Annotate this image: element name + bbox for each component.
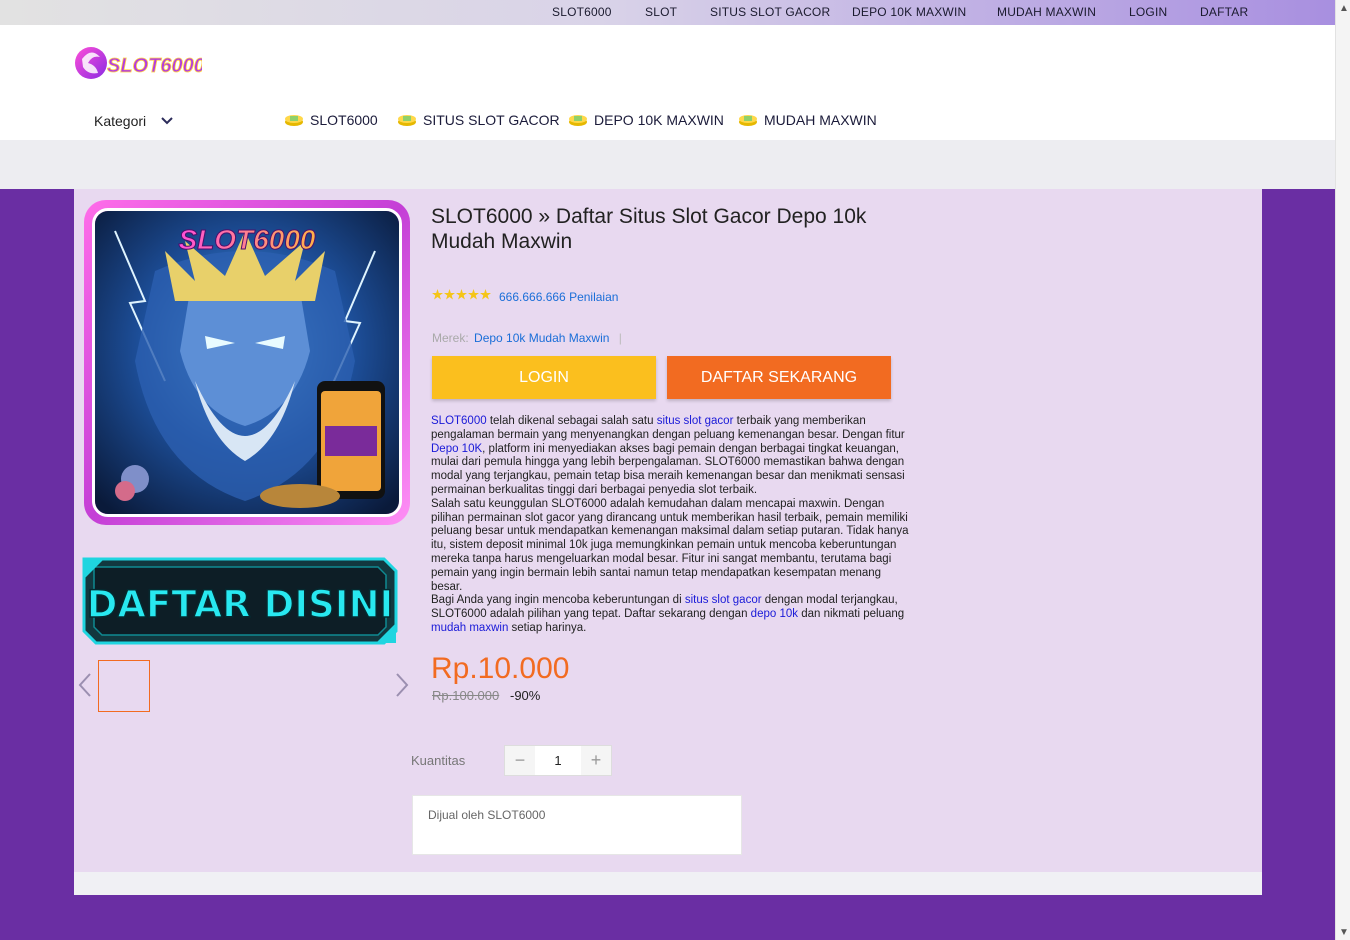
subnav-label: SITUS SLOT GACOR: [423, 112, 560, 128]
quantity-stepper: − 1 +: [504, 745, 612, 776]
brand-separator: |: [618, 331, 622, 345]
desc-link-mudah-maxwin[interactable]: mudah maxwin: [431, 622, 508, 634]
seller-label: Dijual oleh SLOT6000: [428, 808, 546, 822]
top-nav-bar: SLOT6000 SLOT SITUS SLOT GACOR DEPO 10K …: [0, 0, 1335, 25]
subnav-situs-slot-gacor[interactable]: SITUS SLOT GACOR: [397, 112, 560, 128]
svg-text:DAFTAR DISINI: DAFTAR DISINI: [87, 583, 394, 626]
rating-stars: [432, 289, 491, 300]
star-icon: [456, 289, 467, 300]
topnav-situs-slot-gacor[interactable]: SITUS SLOT GACOR: [710, 5, 830, 19]
product-title: SLOT6000 » Daftar Situs Slot Gacor Depo …: [431, 205, 867, 253]
subnav-label: SLOT6000: [310, 112, 378, 128]
topnav-login[interactable]: LOGIN: [1129, 5, 1167, 19]
subnav-slot6000[interactable]: SLOT6000: [284, 112, 378, 128]
chevron-left-icon[interactable]: [78, 672, 92, 698]
desc-link-situs-slot-gacor[interactable]: situs slot gacor: [657, 415, 734, 427]
quantity-label: Kuantitas: [411, 753, 466, 768]
desc-text: telah dikenal sebagai salah satu: [486, 415, 657, 427]
daftar-disini-banner[interactable]: DAFTAR DISINI: [82, 557, 398, 645]
site-header: SLOT6000 Kategori SLOT6000 SITUS SLOT GA…: [0, 25, 1335, 140]
description-paragraph: SLOT6000 telah dikenal sebagai salah sat…: [431, 415, 911, 498]
svg-text:SLOT6000: SLOT6000: [107, 55, 202, 77]
topnav-slot6000[interactable]: SLOT6000: [552, 5, 612, 19]
svg-text:SLOT6000: SLOT6000: [179, 224, 316, 255]
desc-link-slot6000[interactable]: SLOT6000: [431, 415, 487, 427]
qty-minus-button[interactable]: −: [505, 746, 535, 775]
login-button[interactable]: LOGIN: [432, 356, 656, 399]
current-price: Rp.10.000: [431, 652, 570, 685]
kategori-dropdown[interactable]: Kategori: [94, 113, 174, 129]
star-icon: [432, 289, 443, 300]
thumbnail-active[interactable]: [98, 660, 150, 712]
topnav-mudah-maxwin[interactable]: MUDAH MAXWIN: [997, 5, 1096, 19]
coin-stack-icon: [569, 115, 587, 126]
topnav-slot[interactable]: SLOT: [645, 5, 677, 19]
scroll-down-icon[interactable]: ▼: [1339, 927, 1349, 938]
zeus-artwork: SLOT6000: [95, 211, 399, 514]
kategori-label: Kategori: [94, 113, 147, 129]
qty-plus-button[interactable]: +: [581, 746, 611, 775]
subnav-mudah-maxwin[interactable]: MUDAH MAXWIN: [738, 112, 877, 128]
coin-stack-icon: [739, 115, 757, 126]
star-icon: [468, 289, 479, 300]
desc-text: setiap harinya.: [508, 621, 587, 634]
description-paragraph: Bagi Anda yang ingin mencoba keberuntung…: [431, 594, 911, 635]
description-paragraph: Salah satu keunggulan SLOT6000 adalah ke…: [431, 497, 909, 593]
breadcrumb-strip: [0, 140, 1335, 189]
product-description: SLOT6000 telah dikenal sebagai salah sat…: [431, 415, 911, 636]
chevron-down-icon: [161, 117, 173, 125]
desc-link-situs-slot-gacor-2[interactable]: situs slot gacor: [685, 594, 762, 606]
subnav-label: MUDAH MAXWIN: [764, 112, 877, 128]
daftar-sekarang-button[interactable]: DAFTAR SEKARANG: [667, 356, 891, 399]
topnav-daftar[interactable]: DAFTAR: [1200, 5, 1248, 19]
star-icon: [444, 289, 455, 300]
page-scrollbar[interactable]: ▲ ▼: [1335, 0, 1350, 940]
qty-value-input[interactable]: 1: [535, 746, 581, 775]
rating-count-link[interactable]: 666.666.666 Penilaian: [499, 290, 618, 304]
star-icon: [480, 289, 491, 300]
panel-footer-strip: [74, 872, 1262, 895]
product-image: SLOT6000: [92, 208, 402, 517]
coin-stack-icon: [285, 115, 303, 126]
brand-label: Merek:: [432, 331, 469, 345]
original-price: Rp.100.000: [432, 688, 500, 703]
discount-badge: -90%: [510, 688, 541, 703]
brand-link[interactable]: Depo 10k Mudah Maxwin: [474, 331, 609, 345]
brand-row: Merek: Depo 10k Mudah Maxwin |: [432, 331, 622, 345]
topnav-depo-10k-maxwin[interactable]: DEPO 10K MAXWIN: [852, 5, 966, 19]
seller-box: Dijual oleh SLOT6000: [412, 795, 742, 855]
desc-text: , platform ini menyediakan akses bagi pe…: [431, 442, 905, 496]
chevron-right-icon[interactable]: [395, 672, 409, 698]
coin-stack-icon: [398, 115, 416, 126]
scroll-up-icon[interactable]: ▲: [1339, 3, 1349, 14]
desc-link-depo-10k-2[interactable]: depo 10k: [751, 608, 798, 620]
product-image-frame[interactable]: SLOT6000: [84, 200, 410, 525]
desc-text: Bagi Anda yang ingin mencoba keberuntung…: [431, 594, 685, 607]
site-logo[interactable]: SLOT6000: [74, 41, 202, 85]
desc-link-depo-10k[interactable]: Depo 10K: [431, 443, 482, 455]
desc-text: dan nikmati peluang: [798, 608, 905, 621]
subnav-label: DEPO 10K MAXWIN: [594, 112, 724, 128]
subnav-depo-10k-maxwin[interactable]: DEPO 10K MAXWIN: [568, 112, 724, 128]
